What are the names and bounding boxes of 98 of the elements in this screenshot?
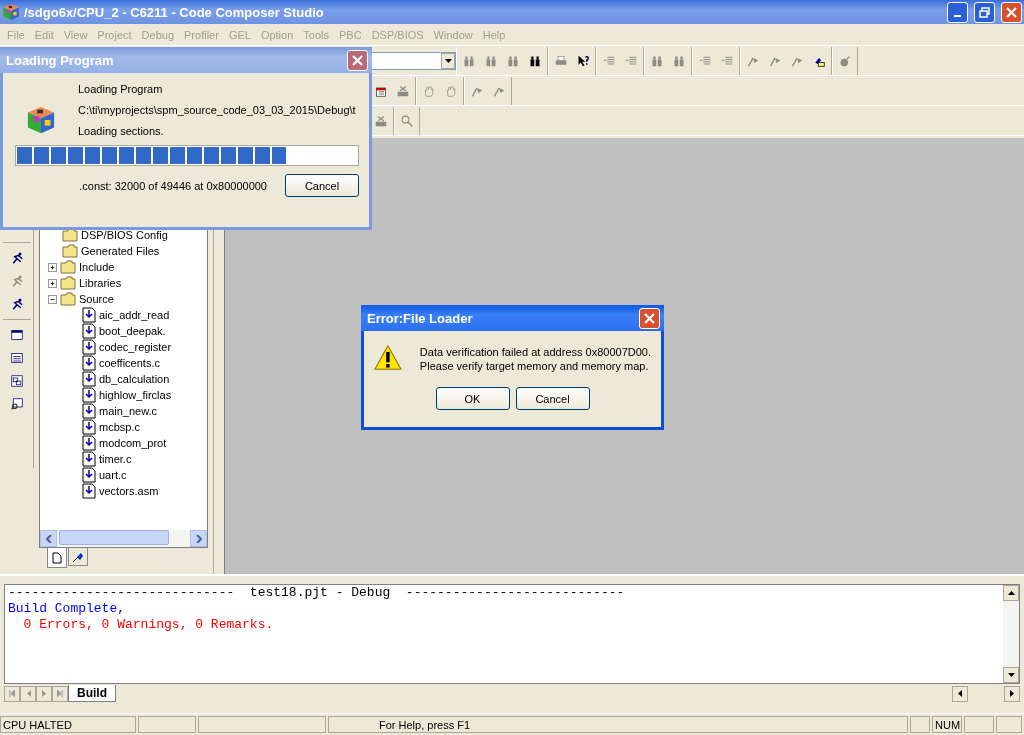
expand-icon[interactable] [48, 262, 57, 272]
expand-icon[interactable] [48, 278, 57, 288]
tree-item[interactable]: Libraries [79, 277, 122, 289]
dialog-heading: Loading Program [78, 83, 164, 95]
output-line: ----------------------------- test18.pjt - Debug ---------------------------- [8, 585, 626, 601]
output-tab[interactable]: Build [68, 685, 116, 702]
output-line: 0 Errors, 0 Warnings, 0 Remarks. [22, 617, 275, 633]
folder-icon [60, 276, 76, 290]
warning-icon [374, 343, 402, 373]
tree-item[interactable]: coefficents.c [99, 357, 160, 369]
file-icon [82, 387, 96, 403]
window-icon[interactable] [8, 327, 25, 343]
status-pane [138, 716, 196, 733]
tree-item[interactable]: modcom_prot [99, 437, 167, 449]
left-arrow-icon [958, 690, 962, 697]
close-button[interactable] [639, 307, 660, 329]
file-icon [82, 467, 96, 483]
tree-item[interactable]: db_calculation [99, 373, 170, 385]
cube-icon [25, 105, 56, 135]
file-icon [82, 419, 96, 435]
last-arrow-icon [57, 690, 63, 697]
search-icon[interactable] [399, 112, 415, 129]
restore-button[interactable] [974, 1, 995, 23]
tree-item[interactable]: boot_deepak. [99, 325, 166, 337]
output-line: Build Complete, [8, 601, 127, 617]
status-pane [996, 716, 1022, 733]
status-pane [964, 716, 994, 733]
dialog-title: Loading Program [6, 52, 115, 68]
close-button[interactable] [1001, 1, 1022, 23]
caret-icon [444, 58, 452, 63]
tree-item[interactable]: vectors.asm [99, 485, 159, 497]
diagram-icon[interactable] [8, 373, 25, 389]
file-icon [82, 483, 96, 499]
file-icon [82, 323, 96, 339]
file-icon [82, 451, 96, 467]
minimize-icon [954, 14, 961, 17]
tree-item[interactable]: DSP/BIOS Config [81, 229, 168, 241]
tree-item[interactable]: mcbsp.c [99, 421, 140, 433]
close-icon [1006, 6, 1017, 18]
last-tab-button[interactable] [52, 685, 68, 702]
dropdown-field[interactable] [370, 51, 456, 70]
folder-icon [60, 260, 76, 274]
file-icon [82, 339, 96, 355]
tree-item[interactable]: main_new.c [99, 405, 158, 417]
tree-item[interactable]: uart.c [99, 469, 127, 481]
progress-detail: .const: 32000 of 49446 at 0x80000000 [79, 179, 267, 192]
status-text: NUM [932, 716, 962, 733]
pen-tab[interactable] [68, 548, 88, 566]
window-search-icon[interactable] [8, 396, 25, 412]
scrollbar-thumb[interactable] [59, 530, 169, 545]
app-icon [2, 3, 20, 21]
status-text: Loading sections. [78, 125, 165, 137]
previous-tab-button[interactable] [20, 685, 36, 702]
page-tab[interactable] [47, 548, 67, 568]
status-text: For Help, press F1 [328, 716, 908, 733]
first-tab-button[interactable] [4, 685, 20, 702]
scroll-down-button[interactable] [1003, 667, 1019, 683]
status-text: CPU HALTED [0, 716, 136, 733]
tree-item[interactable]: highlow_firclas [99, 389, 172, 401]
file-icon [82, 435, 96, 451]
first-arrow-icon [9, 690, 15, 697]
left-arrow-icon [25, 690, 31, 697]
close-icon [352, 54, 363, 66]
file-icon [82, 307, 96, 323]
file-icon [82, 355, 96, 371]
scroll-left-button[interactable] [952, 685, 968, 702]
ok-button[interactable]: OK [435, 387, 510, 410]
scroll-right-button[interactable] [1004, 685, 1020, 702]
collapse-icon[interactable] [48, 294, 57, 304]
tree-item[interactable]: aic_addr_read [99, 309, 170, 321]
cancel-button[interactable]: Cancel [515, 387, 590, 410]
tree-item[interactable]: timer.c [99, 453, 132, 465]
list-icon[interactable] [8, 350, 25, 366]
up-arrow-icon [1007, 591, 1015, 595]
window-title: /sdgo6x/CPU_2 - C6211 - Code Composer Studio [24, 4, 325, 20]
tree-item[interactable]: Source [79, 293, 114, 305]
next-tab-button[interactable] [36, 685, 52, 702]
close-icon [644, 312, 655, 324]
page-icon [52, 551, 62, 564]
restore-icon [979, 6, 990, 18]
minimize-button[interactable] [947, 1, 968, 23]
file-path: C:\ti\myprojects\spm_source_code_03_03_2015\Debug\t [78, 104, 357, 116]
error-message: Data verification failed at address 0x80007D00. Please verify target memory and memory map. [419, 345, 651, 373]
dialog-title: Error:File Loader [367, 310, 474, 326]
right-arrow-icon [41, 690, 47, 697]
folder-icon [62, 244, 78, 258]
right-arrow-icon [1010, 690, 1014, 697]
folder-icon [60, 292, 76, 306]
tree-item[interactable]: Generated Files [81, 245, 160, 257]
tree-item[interactable]: Include [79, 261, 115, 273]
down-arrow-icon [1007, 673, 1015, 677]
scroll-up-button[interactable] [1003, 585, 1019, 601]
cancel-button[interactable]: Cancel [285, 174, 359, 197]
status-pane [910, 716, 930, 733]
tree-item[interactable]: codec_register [99, 341, 172, 353]
file-icon [82, 403, 96, 419]
close-button[interactable] [347, 49, 368, 71]
file-icon [82, 371, 96, 387]
